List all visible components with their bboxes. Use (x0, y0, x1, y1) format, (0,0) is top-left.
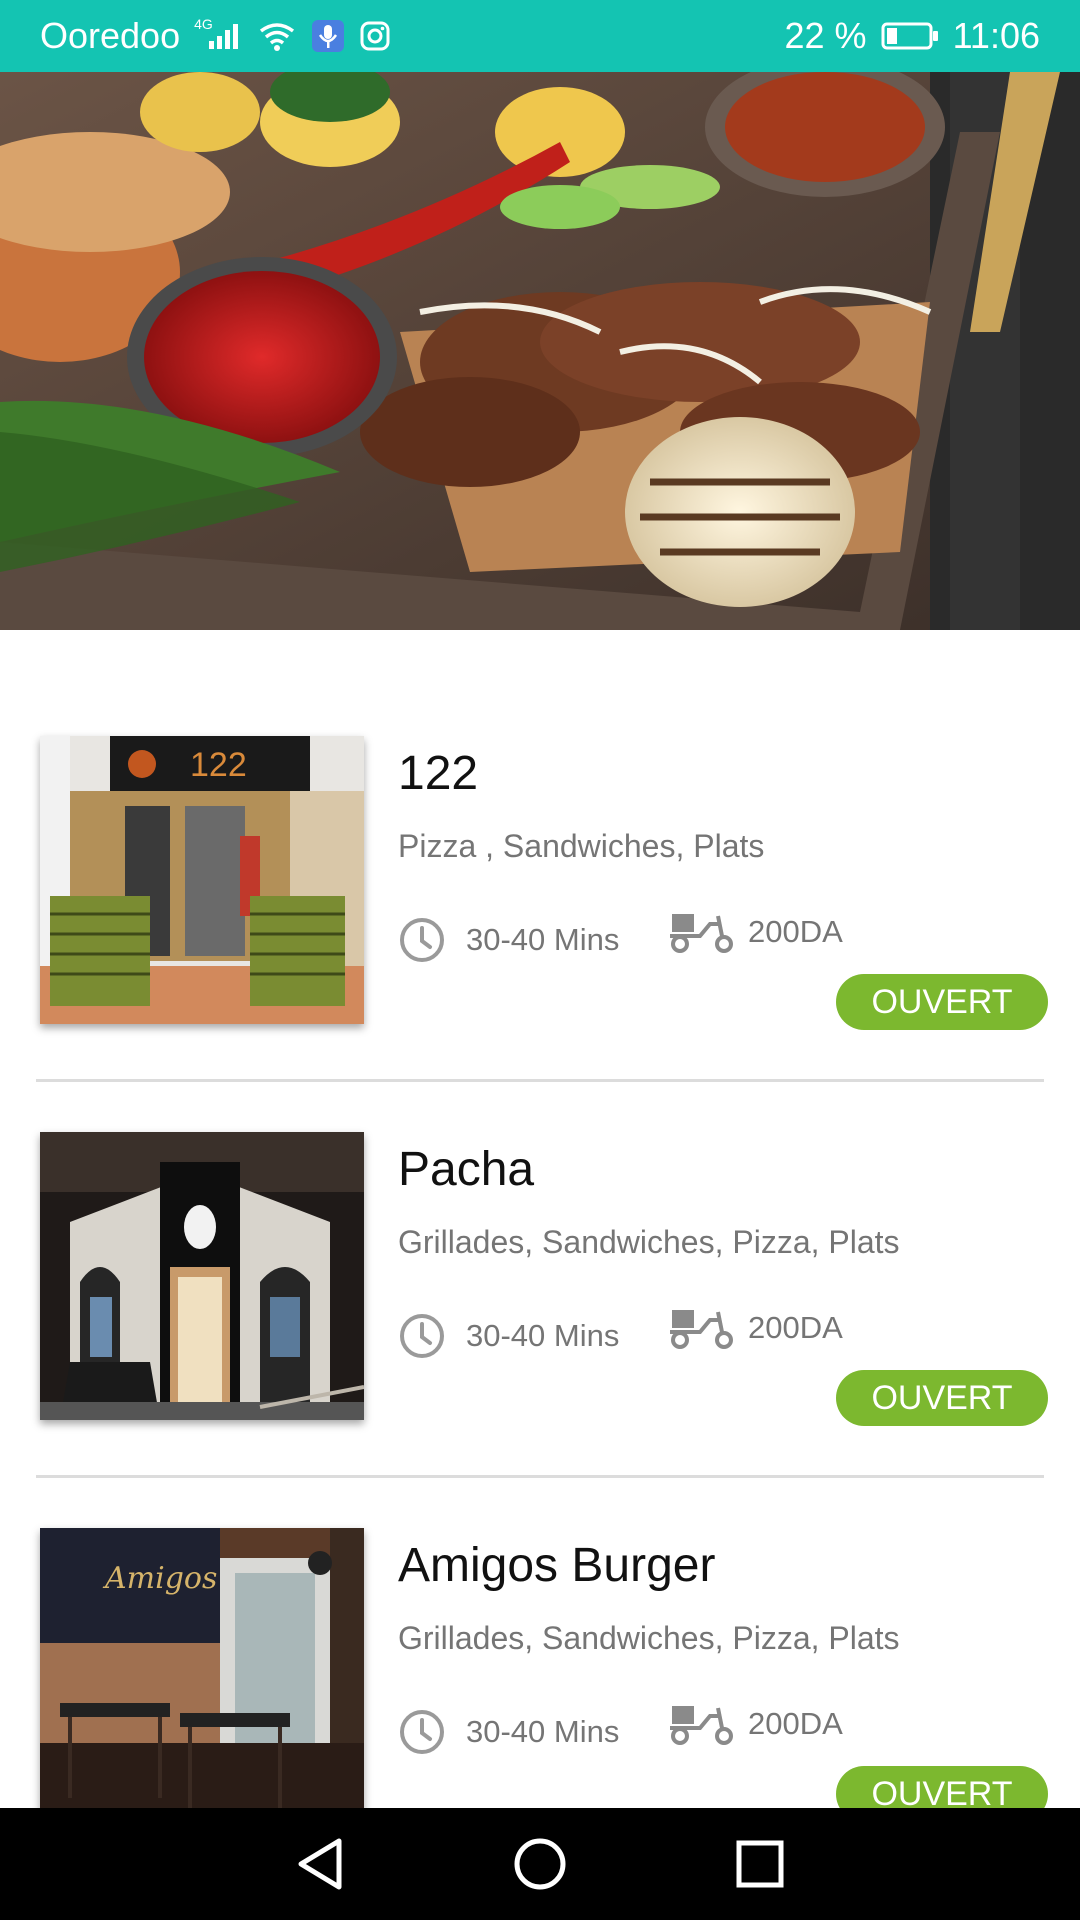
status-bar: Ooredoo 4G 22 % 11:06 (0, 0, 1080, 72)
podcast-app-icon (311, 19, 345, 53)
delivery-time: 30-40 Mins (398, 1312, 619, 1360)
recents-button[interactable] (730, 1834, 790, 1894)
scooter-icon (670, 914, 733, 953)
home-button[interactable] (510, 1834, 570, 1894)
hero-food-image (0, 72, 1080, 630)
open-status-badge: OUVERT (836, 1370, 1048, 1426)
restaurant-card[interactable]: Pacha Grillades, Sandwiches, Pizza, Plat… (0, 1082, 1080, 1478)
restaurant-list: 122 122 Pizza , Sandwiches, Plats 30-40 … (0, 686, 1080, 1874)
restaurant-name: 122 (398, 747, 479, 800)
restaurant-image: Amigos (40, 1528, 364, 1816)
clock: 11:06 (952, 15, 1040, 56)
system-nav-bar (0, 1808, 1080, 1920)
restaurant-name: Pacha (398, 1143, 535, 1196)
delivery-time-text: 30-40 Mins (466, 1318, 620, 1353)
instagram-icon (359, 20, 391, 52)
delivery-fee: 200DA (666, 910, 843, 954)
recents-square-icon (736, 1840, 784, 1888)
delivery-time: 30-40 Mins (398, 916, 619, 964)
signal-icon: 4G (194, 16, 243, 51)
back-triangle-icon (298, 1838, 342, 1890)
restaurant-categories: Pizza , Sandwiches, Plats (398, 828, 765, 864)
open-status-badge: OUVERT (836, 974, 1048, 1030)
restaurant-categories: Grillades, Sandwiches, Pizza, Plats (398, 1224, 900, 1260)
clock-icon (400, 918, 444, 962)
interior-sign-text: Amigos (102, 1561, 217, 1596)
network-type: 4G (194, 16, 213, 32)
restaurant-image: 122 (40, 736, 364, 1024)
battery-percent: 22 % (784, 15, 867, 56)
status-left: Ooredoo 4G (40, 15, 391, 57)
clock-icon (400, 1314, 444, 1358)
delivery-fee-text: 200DA (748, 1706, 843, 1741)
restaurant-categories: Grillades, Sandwiches, Pizza, Plats (398, 1620, 900, 1656)
delivery-fee: 200DA (666, 1306, 843, 1350)
clock-icon (400, 1710, 444, 1754)
carrier-name: Ooredoo (40, 15, 181, 56)
restaurant-image (40, 1132, 364, 1420)
back-button[interactable] (290, 1834, 350, 1894)
scooter-icon (670, 1310, 733, 1349)
delivery-time-text: 30-40 Mins (466, 1714, 620, 1749)
delivery-time: 30-40 Mins (398, 1708, 619, 1756)
home-circle-icon (514, 1838, 566, 1890)
battery-icon (881, 21, 939, 51)
delivery-fee: 200DA (666, 1702, 843, 1746)
restaurant-name: Amigos Burger (398, 1539, 716, 1592)
scooter-icon (670, 1706, 733, 1745)
delivery-fee-text: 200DA (748, 1310, 843, 1345)
storefront-sign-text: 122 (190, 746, 247, 784)
delivery-time-text: 30-40 Mins (466, 922, 620, 957)
wifi-icon (257, 21, 297, 51)
status-right: 22 % 11:06 (785, 15, 1040, 57)
restaurant-card[interactable]: 122 122 Pizza , Sandwiches, Plats 30-40 … (0, 686, 1080, 1082)
delivery-fee-text: 200DA (748, 914, 843, 949)
